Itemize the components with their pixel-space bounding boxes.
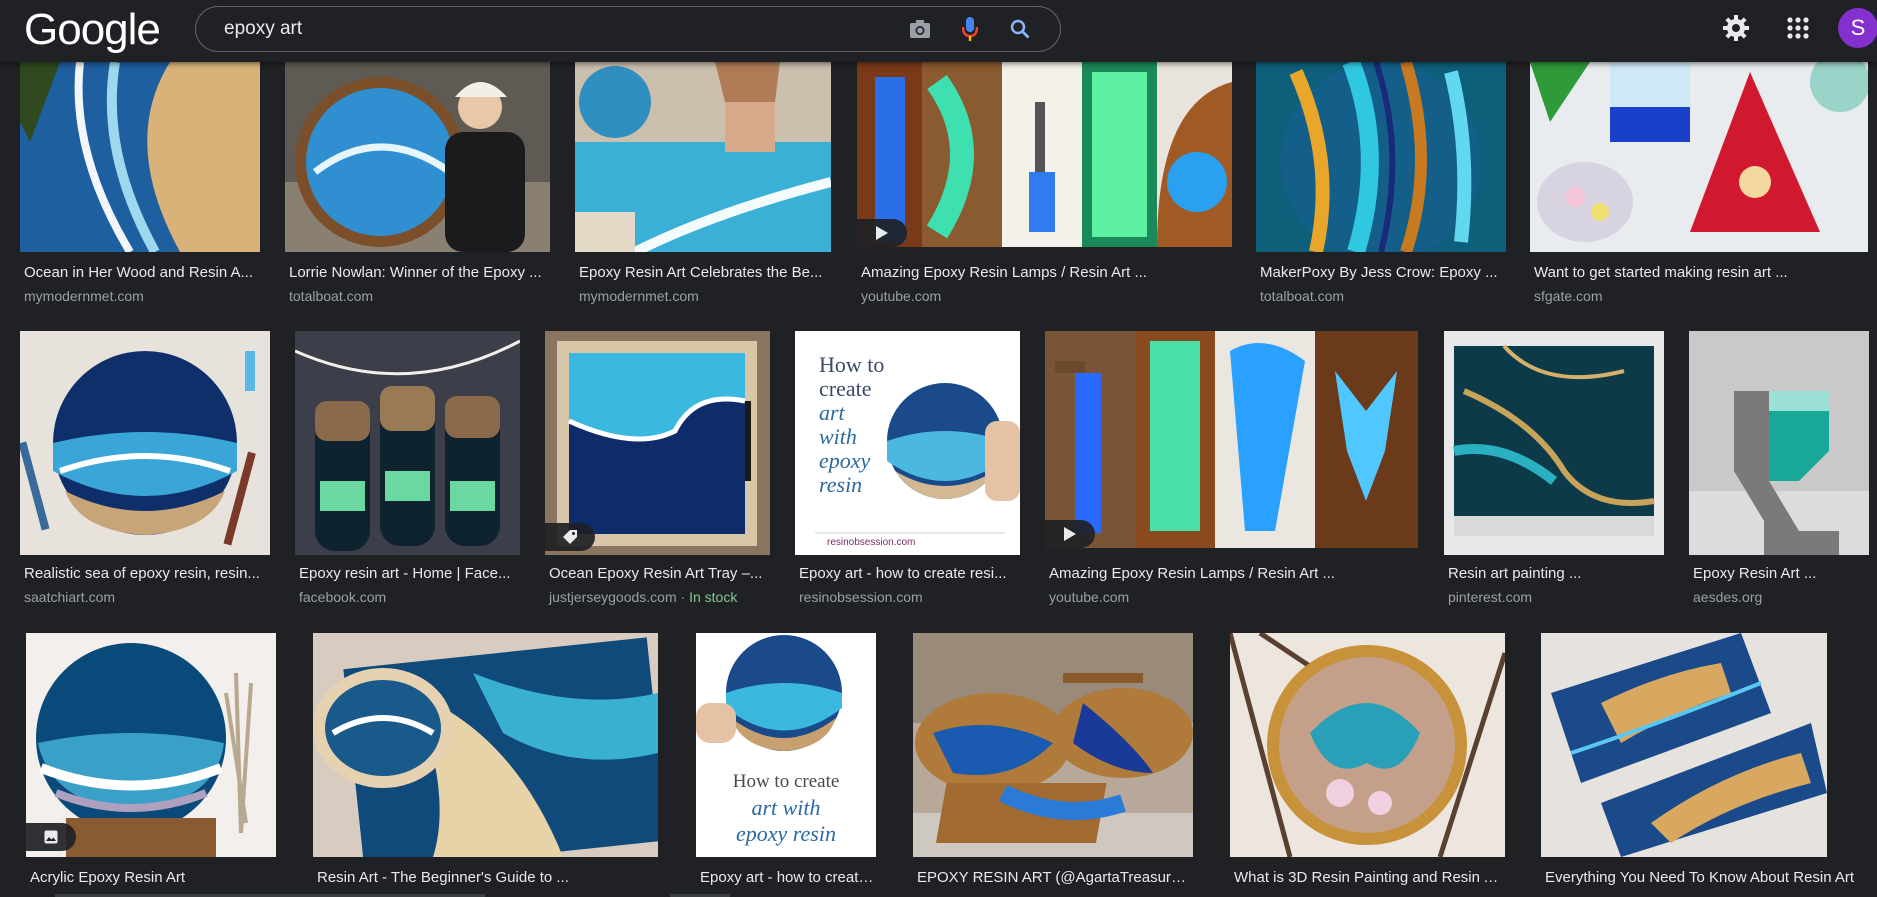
- result-image[interactable]: [1045, 331, 1418, 548]
- microphone-icon[interactable]: [956, 15, 984, 43]
- result-source[interactable]: saatchiart.com: [24, 589, 115, 605]
- result-tile[interactable]: Amazing Epoxy Resin Lamps / Resin Art ..…: [1045, 331, 1420, 611]
- play-icon: [876, 226, 888, 240]
- result-source[interactable]: sfgate.com: [1534, 288, 1602, 304]
- google-logo[interactable]: Google: [24, 2, 161, 58]
- result-image[interactable]: [1689, 331, 1869, 555]
- result-tile[interactable]: What is 3D Resin Painting and Resin A...: [1230, 633, 1505, 897]
- result-image[interactable]: [285, 62, 550, 252]
- result-title[interactable]: Ocean Epoxy Resin Art Tray –...: [549, 565, 770, 582]
- result-image[interactable]: [1230, 633, 1505, 857]
- result-image[interactable]: [313, 633, 658, 857]
- apps-grid-icon[interactable]: [1780, 10, 1816, 46]
- result-image[interactable]: How to create art with epoxy resin: [696, 633, 876, 857]
- result-source[interactable]: mymodernmet.com: [579, 288, 699, 304]
- result-tile[interactable]: Epoxy resin art - Home | Face... faceboo…: [295, 331, 520, 611]
- result-tile[interactable]: MakerPoxy By Jess Crow: Epoxy ... totalb…: [1256, 62, 1506, 307]
- result-image[interactable]: [20, 62, 260, 252]
- top-bar: Google S: [0, 0, 1877, 62]
- result-tile[interactable]: Amazing Epoxy Resin Lamps / Resin Art ..…: [857, 62, 1232, 307]
- result-source[interactable]: youtube.com: [861, 288, 941, 304]
- result-image[interactable]: [545, 331, 770, 555]
- result-tile[interactable]: Epoxy Resin Art ... aesdes.org: [1689, 331, 1871, 611]
- video-badge: [1045, 520, 1095, 548]
- result-image[interactable]: [1530, 62, 1868, 252]
- thumb-text: How to create: [732, 771, 840, 792]
- result-image[interactable]: [1256, 62, 1506, 252]
- result-image[interactable]: [913, 633, 1193, 857]
- thumb-text: resinobsession.com: [827, 537, 916, 548]
- result-title[interactable]: Amazing Epoxy Resin Lamps / Resin Art ..…: [861, 264, 1231, 281]
- result-title[interactable]: Ocean in Her Wood and Resin A...: [24, 264, 260, 281]
- result-image[interactable]: [1541, 633, 1827, 857]
- result-title[interactable]: Realistic sea of epoxy resin, resin...: [24, 565, 270, 582]
- result-title[interactable]: Epoxy art - how to create resi...: [799, 565, 1020, 582]
- result-title[interactable]: Lorrie Nowlan: Winner of the Epoxy ...: [289, 264, 549, 281]
- result-title[interactable]: Epoxy Resin Art Celebrates the Be...: [579, 264, 829, 281]
- result-title[interactable]: Epoxy art - how to create...: [700, 869, 876, 886]
- thumb-text: with: [819, 424, 857, 449]
- result-tile[interactable]: Epoxy Resin Art Celebrates the Be... mym…: [575, 62, 831, 307]
- result-source[interactable]: mymodernmet.com: [24, 288, 144, 304]
- result-source[interactable]: totalboat.com: [1260, 288, 1344, 304]
- result-title[interactable]: EPOXY RESIN ART (@AgartaTreasures ...: [917, 869, 1193, 886]
- result-source[interactable]: totalboat.com: [289, 288, 373, 304]
- result-tile[interactable]: Resin art painting ... pinterest.com: [1444, 331, 1664, 611]
- in-stock-label: In stock: [689, 589, 738, 605]
- result-title[interactable]: Epoxy resin art - Home | Face...: [299, 565, 520, 582]
- camera-icon[interactable]: [906, 15, 934, 43]
- result-image[interactable]: [295, 331, 520, 555]
- image-icon: [44, 830, 58, 844]
- result-tile[interactable]: Want to get started making resin art ...…: [1530, 62, 1870, 307]
- result-tile[interactable]: Acrylic Epoxy Resin Art: [26, 633, 276, 897]
- thumb-text: create: [819, 376, 872, 401]
- result-image[interactable]: [20, 331, 270, 555]
- search-icon[interactable]: [1006, 15, 1034, 43]
- thumb-text: How to: [819, 352, 885, 377]
- search-input[interactable]: [222, 17, 906, 41]
- result-source[interactable]: justjerseygoods.com · In stock: [549, 589, 737, 605]
- image-badge: [26, 823, 76, 851]
- result-title[interactable]: Resin art painting ...: [1448, 565, 1664, 582]
- result-source[interactable]: facebook.com: [299, 589, 386, 605]
- result-tile[interactable]: Resin Art - The Beginner's Guide to ...: [313, 633, 658, 897]
- search-box: [195, 6, 1061, 52]
- result-tile[interactable]: Everything You Need To Know About Resin …: [1541, 633, 1871, 897]
- result-tile[interactable]: Ocean Epoxy Resin Art Tray –... justjers…: [545, 331, 770, 611]
- thumb-text: art: [819, 400, 845, 425]
- result-image[interactable]: [575, 62, 831, 252]
- result-title[interactable]: Acrylic Epoxy Resin Art: [30, 869, 276, 886]
- result-source[interactable]: aesdes.org: [1693, 589, 1762, 605]
- result-source[interactable]: pinterest.com: [1448, 589, 1532, 605]
- result-source[interactable]: resinobsession.com: [799, 589, 923, 605]
- result-tile[interactable]: Ocean in Her Wood and Resin A... mymoder…: [20, 62, 260, 307]
- result-title[interactable]: Resin Art - The Beginner's Guide to ...: [317, 869, 657, 886]
- result-title[interactable]: Everything You Need To Know About Resin …: [1545, 869, 1871, 886]
- play-icon: [1064, 527, 1076, 541]
- result-image[interactable]: [1444, 331, 1664, 555]
- result-tile[interactable]: Lorrie Nowlan: Winner of the Epoxy ... t…: [285, 62, 550, 307]
- result-image[interactable]: [857, 62, 1232, 247]
- thumb-text: epoxy resin: [736, 821, 836, 846]
- video-badge: [857, 219, 907, 247]
- result-source[interactable]: youtube.com: [1049, 589, 1129, 605]
- avatar[interactable]: S: [1838, 8, 1877, 48]
- shopping-badge: [545, 523, 595, 551]
- result-tile[interactable]: How to create art with epoxy resin resin…: [795, 331, 1020, 611]
- result-title[interactable]: MakerPoxy By Jess Crow: Epoxy ...: [1260, 264, 1506, 281]
- result-title[interactable]: Want to get started making resin art ...: [1534, 264, 1868, 281]
- gear-icon[interactable]: [1718, 10, 1754, 46]
- result-image[interactable]: How to create art with epoxy resin resin…: [795, 331, 1020, 555]
- thumb-text: epoxy: [819, 448, 871, 473]
- result-title[interactable]: What is 3D Resin Painting and Resin A...: [1234, 869, 1504, 886]
- result-tile[interactable]: EPOXY RESIN ART (@AgartaTreasures ...: [913, 633, 1195, 897]
- thumb-text: resin: [819, 472, 863, 497]
- result-title[interactable]: Epoxy Resin Art ...: [1693, 565, 1869, 582]
- result-tile[interactable]: How to create art with epoxy resin Epoxy…: [696, 633, 876, 897]
- tag-icon: [563, 530, 577, 544]
- thumb-text: art with: [751, 795, 821, 820]
- result-tile[interactable]: Realistic sea of epoxy resin, resin... s…: [20, 331, 270, 611]
- result-title[interactable]: Amazing Epoxy Resin Lamps / Resin Art ..…: [1049, 565, 1419, 582]
